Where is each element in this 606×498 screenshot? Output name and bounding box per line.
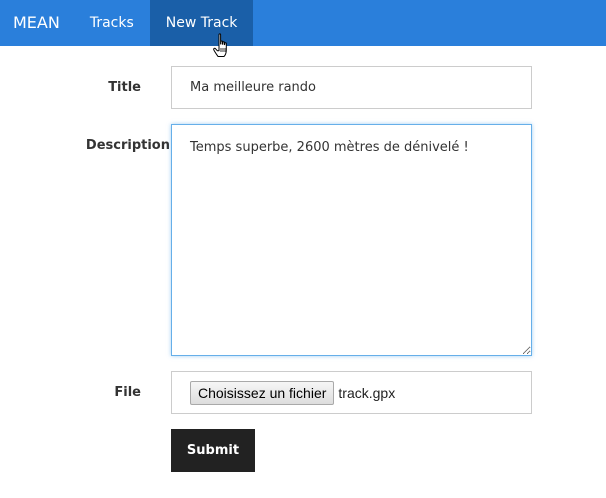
file-input: Choisissez un fichier track.gpx bbox=[171, 371, 532, 414]
file-name: track.gpx bbox=[338, 384, 396, 401]
file-label: File bbox=[114, 385, 141, 400]
title-input[interactable] bbox=[171, 66, 532, 109]
nav-item-tracks[interactable]: Tracks bbox=[74, 0, 150, 46]
navbar: MEAN Tracks New Track bbox=[0, 0, 606, 46]
hand-pointer-icon bbox=[213, 33, 227, 57]
description-textarea[interactable]: Temps superbe, 2600 mètres de dénivelé ! bbox=[171, 124, 532, 356]
submit-button[interactable]: Submit bbox=[171, 429, 255, 472]
description-label: Description bbox=[85, 138, 170, 153]
title-label: Title bbox=[108, 80, 141, 95]
brand-link[interactable]: MEAN bbox=[0, 0, 74, 46]
nav-item-new-track[interactable]: New Track bbox=[149, 0, 254, 46]
choose-file-button[interactable]: Choisissez un fichier bbox=[190, 380, 335, 405]
